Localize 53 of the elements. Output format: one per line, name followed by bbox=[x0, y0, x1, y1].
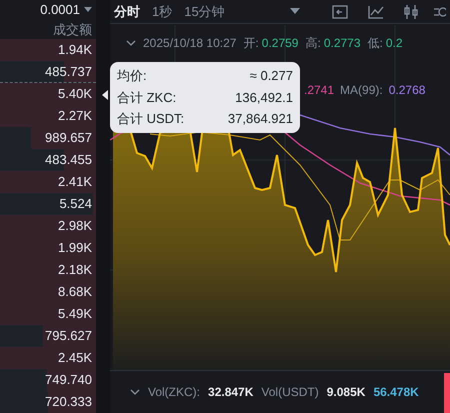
amount-value: 1.99K bbox=[58, 239, 92, 258]
volume-value: 32.847K bbox=[208, 384, 254, 401]
open-value: 0.2759 bbox=[262, 35, 298, 52]
collapse-chevron-icon[interactable] bbox=[130, 389, 140, 395]
interval-tab[interactable]: 15分钟 bbox=[184, 2, 225, 22]
amount-value: 2.27K bbox=[58, 107, 92, 126]
tooltip-label: 均价: bbox=[117, 67, 147, 85]
amount-value: 5.49K bbox=[58, 305, 92, 324]
ma-value: 0.2768 bbox=[388, 82, 426, 99]
precision-value[interactable]: 0.0001 bbox=[40, 0, 80, 20]
volume-bar bbox=[444, 373, 450, 413]
amount-value: 8.68K bbox=[58, 283, 92, 302]
amount-value: 795.627 bbox=[45, 327, 92, 346]
amount-value: 2.41K bbox=[58, 173, 92, 192]
ma-value: .2741 bbox=[304, 82, 334, 99]
chart-icon[interactable] bbox=[332, 4, 348, 18]
dropdown-caret-icon[interactable] bbox=[290, 8, 300, 15]
volume-label: Vol(ZKC): bbox=[148, 384, 200, 401]
open-label: 开: bbox=[243, 35, 259, 52]
dropdown-caret-icon[interactable] bbox=[84, 6, 92, 13]
amount-value: 483.455 bbox=[45, 151, 92, 170]
amount-value: 720.333 bbox=[45, 393, 92, 412]
interval-tab[interactable]: 分时 bbox=[114, 2, 140, 22]
low-label: 低: bbox=[368, 35, 383, 52]
amount-value: 2.45K bbox=[58, 349, 92, 368]
interval-tab[interactable]: 1秒 bbox=[152, 2, 172, 22]
amount-value: 5.524 bbox=[59, 195, 92, 214]
collapse-chevron-icon[interactable] bbox=[126, 40, 136, 46]
tooltip-value: ≈ 0.277 bbox=[250, 67, 293, 85]
amount-value: 2.18K bbox=[58, 261, 92, 280]
amount-value: 989.657 bbox=[45, 129, 92, 148]
candle-time: 2025/10/18 10:27 bbox=[143, 35, 236, 52]
amount-value: 485.737 bbox=[45, 62, 92, 81]
tooltip-pointer-icon bbox=[102, 90, 108, 100]
ma-label: MA(99): bbox=[340, 82, 383, 99]
high-label: 高: bbox=[305, 35, 321, 52]
volume-label: Vol(USDT) bbox=[261, 384, 319, 401]
tooltip-label: 合计 ZKC: bbox=[117, 88, 176, 106]
high-value: 0.2773 bbox=[324, 35, 361, 52]
tooltip-value: 136,492.1 bbox=[235, 88, 293, 106]
amount-value: 2.98K bbox=[58, 217, 92, 236]
volume-value: 9.085K bbox=[326, 384, 366, 401]
amount-value: 749.740 bbox=[45, 371, 92, 390]
volume-value: 56.478K bbox=[373, 384, 419, 401]
amount-value: 1.94K bbox=[58, 41, 92, 60]
settings-icon[interactable] bbox=[434, 4, 446, 18]
candlestick-icon[interactable] bbox=[404, 4, 418, 18]
column-header: 成交额 bbox=[53, 20, 92, 38]
low-value: 0.2 bbox=[386, 35, 403, 52]
amount-value: 5.40K bbox=[58, 85, 92, 104]
tooltip-value: 37,864.921 bbox=[228, 110, 293, 128]
line-chart-icon[interactable] bbox=[368, 4, 384, 18]
tooltip-label: 合计 USDT: bbox=[117, 110, 184, 128]
